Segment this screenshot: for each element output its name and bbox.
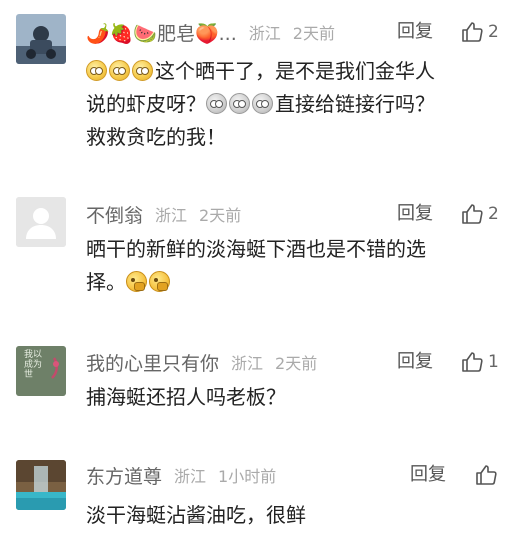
comment-text: 捕海蜓还招人吗老板？ — [86, 381, 491, 414]
text-line: 捕海蜓还招人吗老板？ — [86, 385, 286, 409]
avatar[interactable] — [16, 197, 66, 247]
comment-meta: 我的心里只有你 浙江 2天前 — [86, 348, 317, 376]
reply-button[interactable]: 回复 — [397, 348, 433, 376]
thumbs-up-icon — [462, 204, 483, 224]
avatar[interactable]: 我以成为世 — [16, 346, 66, 396]
comment-item: 我以成为世 我的心里只有你 浙江 2天前 回复 1 捕海蜓还招人吗老板？ — [0, 333, 517, 443]
comment-meta: 🌶️🍓🍉肥皂🍑... 浙江 2天前 — [86, 18, 335, 46]
like-button[interactable]: 1 — [460, 348, 499, 376]
gray-face-emoji — [206, 93, 227, 114]
reply-button[interactable]: 回复 — [397, 200, 433, 228]
text-segment: 这个晒干了，是不是我们金华人 — [155, 59, 435, 83]
gray-face-emoji — [229, 93, 250, 114]
flushed-face-emoji — [86, 60, 107, 81]
region: 浙江 — [155, 206, 188, 225]
avatar-caption: 我以成为世 — [24, 350, 43, 380]
comment-text: 淡干海蜓沾酱油吃，很鲜 — [86, 499, 491, 532]
text-line: 救救贪吃的我！ — [86, 125, 226, 149]
timestamp: 2天前 — [275, 354, 318, 373]
text-line: 淡干海蜓沾酱油吃，很鲜 — [86, 503, 306, 527]
username[interactable]: 我的心里只有你 — [86, 349, 219, 376]
avatar-image — [16, 14, 66, 64]
comment-item: 东方道尊 浙江 1小时前 回复 淡干海蜓沾酱油吃，很鲜 — [0, 445, 517, 534]
region: 浙江 — [231, 354, 264, 373]
like-count: 2 — [488, 22, 499, 42]
like-button[interactable]: 2 — [460, 18, 499, 46]
thinking-face-emoji — [126, 271, 147, 292]
text-segment: 说的虾皮呀？ — [86, 92, 206, 116]
thumbs-up-icon — [476, 465, 497, 485]
comment-item: 不倒翁 浙江 2天前 回复 2 晒干的新鲜的淡海蜓下酒也是不错的选 择。 — [0, 180, 517, 320]
thinking-face-emoji — [149, 271, 170, 292]
gray-face-emoji — [252, 93, 273, 114]
avatar[interactable] — [16, 14, 66, 64]
like-count: 1 — [488, 352, 499, 372]
comment-text: 这个晒干了，是不是我们金华人 说的虾皮呀？ 直接给链接行吗？ 救救贪吃的我！ — [86, 55, 491, 154]
thumbs-up-icon — [462, 352, 483, 372]
like-button[interactable]: 2 — [460, 200, 499, 228]
like-count: 2 — [488, 204, 499, 224]
text-segment: 直接给链接行吗？ — [275, 92, 435, 116]
region: 浙江 — [248, 24, 281, 43]
text-line: 晒干的新鲜的淡海蜓下酒也是不错的选 — [86, 237, 426, 261]
flushed-face-emoji — [109, 60, 130, 81]
text-line: 说的虾皮呀？ 直接给链接行吗？ — [86, 88, 491, 121]
like-button[interactable] — [474, 461, 502, 489]
flushed-face-emoji — [132, 60, 153, 81]
default-avatar-icon — [16, 197, 66, 247]
username[interactable]: 东方道尊 — [86, 462, 162, 489]
reply-button[interactable]: 回复 — [397, 18, 433, 46]
comment-text: 晒干的新鲜的淡海蜓下酒也是不错的选 择。 — [86, 233, 491, 299]
timestamp: 2天前 — [199, 206, 242, 225]
comment-meta: 东方道尊 浙江 1小时前 — [86, 461, 276, 489]
region: 浙江 — [174, 467, 207, 486]
text-segment: 择。 — [86, 270, 126, 294]
reply-button[interactable]: 回复 — [410, 461, 446, 489]
avatar-image — [16, 460, 66, 510]
timestamp: 2天前 — [292, 24, 335, 43]
comment-meta: 不倒翁 浙江 2天前 — [86, 200, 241, 228]
thumbs-up-icon — [462, 22, 483, 42]
comment-item: 🌶️🍓🍉肥皂🍑... 浙江 2天前 回复 2 这个晒干了，是不是我们金华人 说的… — [0, 0, 517, 170]
text-line: 这个晒干了，是不是我们金华人 — [86, 55, 491, 88]
avatar[interactable] — [16, 460, 66, 510]
username[interactable]: 不倒翁 — [86, 201, 143, 228]
username[interactable]: 🌶️🍓🍉肥皂🍑... — [86, 19, 237, 46]
text-line: 择。 — [86, 266, 491, 299]
timestamp: 1小时前 — [218, 467, 277, 486]
